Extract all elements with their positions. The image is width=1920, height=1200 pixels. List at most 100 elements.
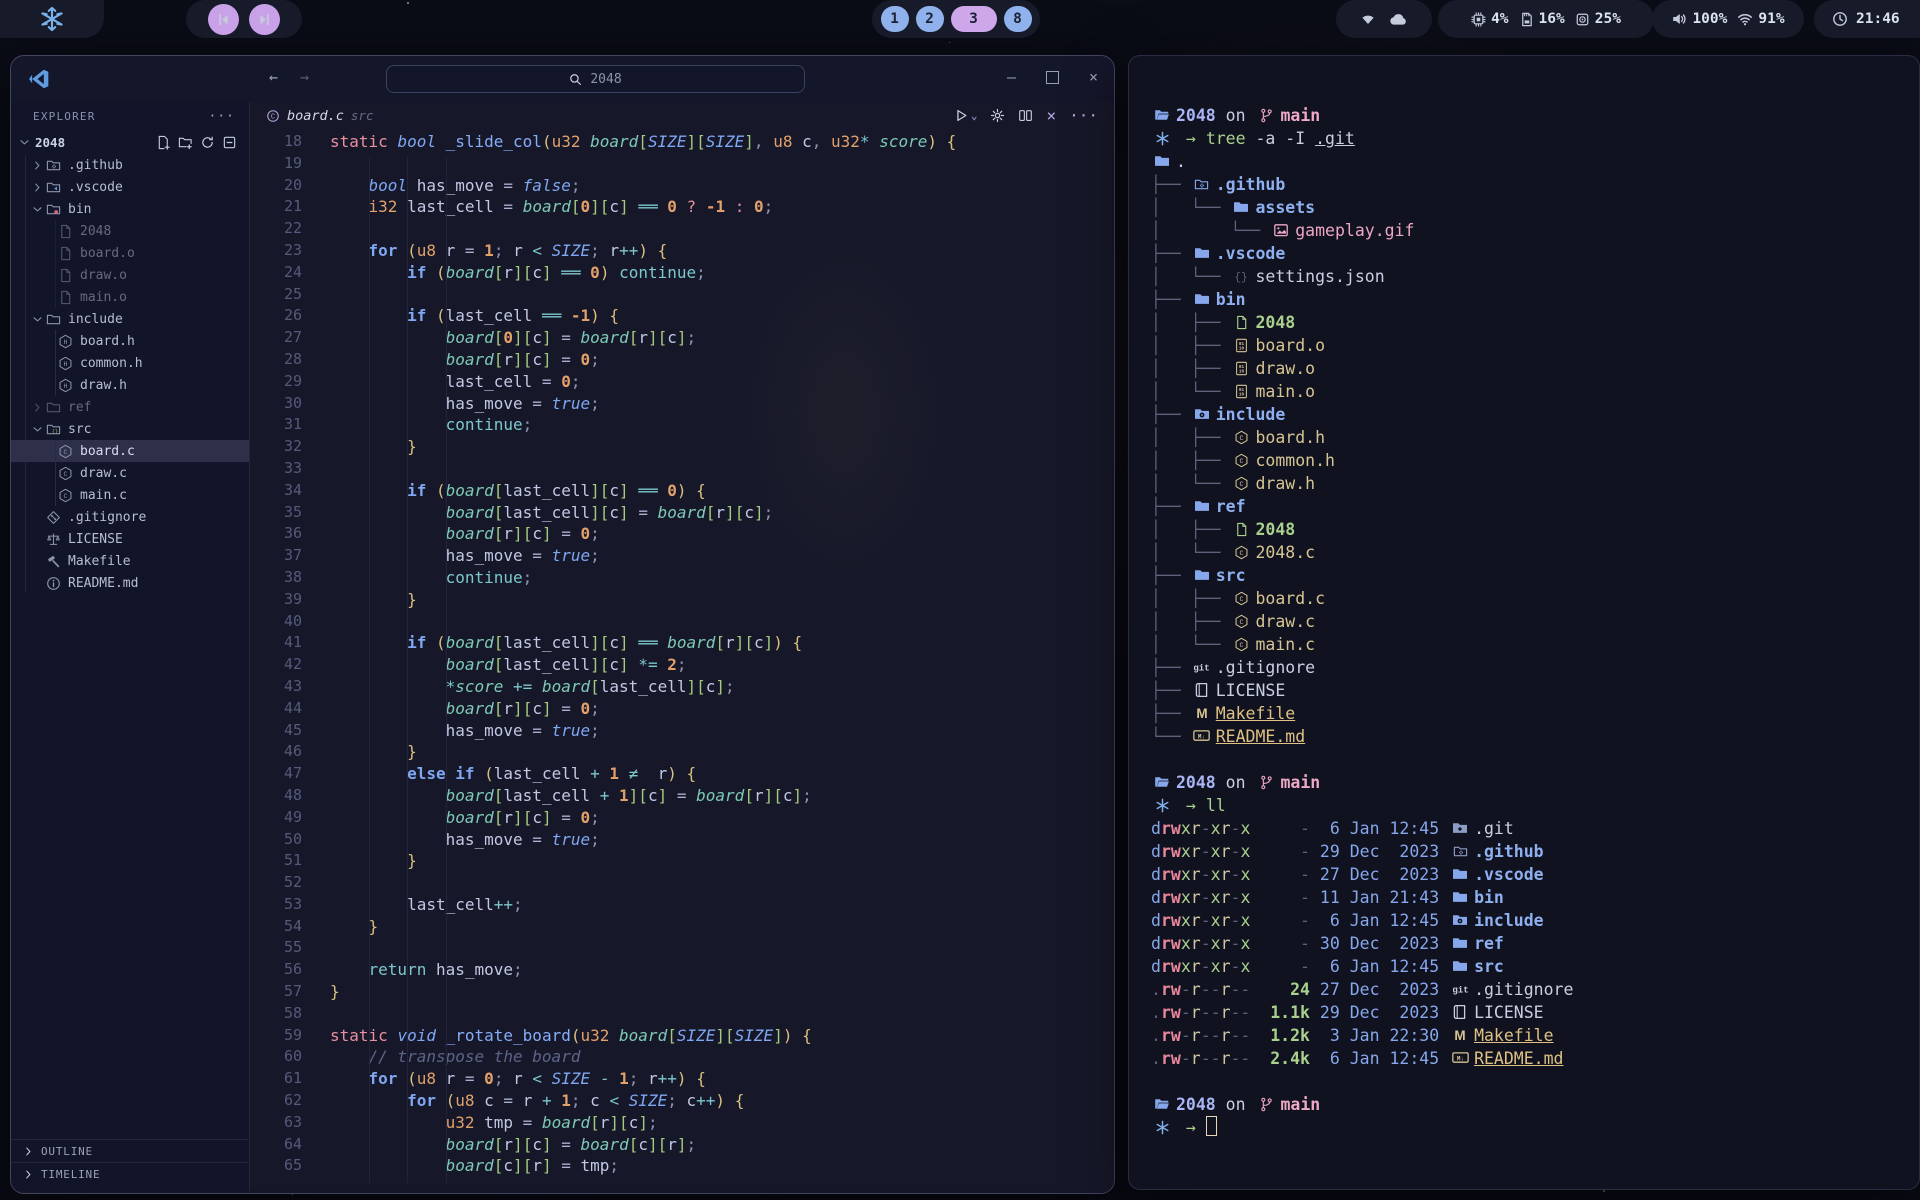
code-line-52[interactable]: 52 [250,872,1114,894]
code-line-53[interactable]: 53 last_cell++; [250,894,1114,916]
code-line-58[interactable]: 58 [250,1003,1114,1025]
tree-item-2048[interactable]: 2048 [11,220,249,242]
code-line-49[interactable]: 49 board[r][c] = 0; [250,807,1114,829]
editor-more-button[interactable]: ··· [1069,106,1098,125]
run-dropdown-chevron[interactable]: ⌄ [971,109,978,122]
workspace-chip-1[interactable]: 1 [881,6,909,32]
code-line-54[interactable]: 54 } [250,916,1114,938]
code-line-62[interactable]: 62 for (u8 c = r + 1; c < SIZE; c++) { [250,1090,1114,1112]
code-line-48[interactable]: 48 board[last_cell + 1][c] = board[r][c]… [250,785,1114,807]
code-line-26[interactable]: 26 if (last_cell ══ -1) { [250,305,1114,327]
code-line-42[interactable]: 42 board[last_cell][c] *= 2; [250,654,1114,676]
split-editor-button[interactable] [1018,108,1033,123]
code-line-56[interactable]: 56 return has_move; [250,959,1114,981]
code-line-27[interactable]: 27 board[0][c] = board[r][c]; [250,327,1114,349]
tree-item-include[interactable]: include [11,308,249,330]
tree-item-src[interactable]: {}src [11,418,249,440]
code-line-47[interactable]: 47 else if (last_cell + 1 ≠ r) { [250,763,1114,785]
workspace-chip-3[interactable]: 3 [951,6,997,32]
explorer-more-button[interactable]: ··· [209,109,235,124]
code-line-46[interactable]: 46 } [250,741,1114,763]
code-line-21[interactable]: 21 i32 last_cell = board[0][c] ══ 0 ? -1… [250,196,1114,218]
nav-forward-button[interactable]: → [300,68,309,86]
code-line-57[interactable]: 57} [250,981,1114,1003]
code-line-19[interactable]: 19 [250,153,1114,175]
code-line-31[interactable]: 31 continue; [250,414,1114,436]
code-line-44[interactable]: 44 board[r][c] = 0; [250,698,1114,720]
panel-outline[interactable]: OUTLINE [11,1139,249,1162]
tree-item-main.c[interactable]: Cmain.c [11,484,249,506]
editor-pane[interactable]: C board.c src ⌄ × ··· 18static bool _sli… [250,102,1114,1191]
tree-item-main.o[interactable]: main.o [11,286,249,308]
code-line-34[interactable]: 34 if (board[last_cell][c] ══ 0) { [250,480,1114,502]
explorer-root-folder[interactable]: 2048 [11,130,249,154]
tree-item-common.h[interactable]: Hcommon.h [11,352,249,374]
code-line-60[interactable]: 60 // transpose the board [250,1046,1114,1068]
code-line-36[interactable]: 36 board[r][c] = 0; [250,523,1114,545]
code-line-33[interactable]: 33 [250,458,1114,480]
nix-logo-button[interactable] [0,0,104,38]
tree-item-.gitignore[interactable]: .gitignore [11,506,249,528]
code-line-35[interactable]: 35 board[last_cell][c] = board[r][c]; [250,502,1114,524]
tree-item-README.md[interactable]: README.md [11,572,249,594]
new-folder-button[interactable] [178,135,193,150]
workspace-chip-2[interactable]: 2 [916,6,944,32]
tree-item-board.h[interactable]: Hboard.h [11,330,249,352]
clock-widget[interactable]: 21:46 [1814,0,1920,38]
code-area[interactable]: 18static bool _slide_col(u32 board[SIZE]… [250,129,1114,1191]
code-line-23[interactable]: 23 for (u8 r = 1; r < SIZE; r++) { [250,240,1114,262]
tree-item-Makefile[interactable]: Makefile [11,550,249,572]
weather-widget[interactable] [1336,0,1432,38]
tree-item-board.c[interactable]: Cboard.c [11,440,249,462]
code-line-59[interactable]: 59static void _rotate_board(u32 board[SI… [250,1025,1114,1047]
close-button[interactable]: × [1089,68,1098,86]
tree-item-draw.o[interactable]: draw.o [11,264,249,286]
settings-gear-icon[interactable] [990,108,1005,123]
code-line-65[interactable]: 65 board[c][r] = tmp; [250,1155,1114,1177]
code-line-50[interactable]: 50 has_move = true; [250,829,1114,851]
command-center-search[interactable]: 2048 [386,65,805,93]
tab-board-c[interactable]: C board.c src [250,102,385,129]
new-file-button[interactable] [156,135,171,150]
code-line-29[interactable]: 29 last_cell = 0; [250,371,1114,393]
code-line-24[interactable]: 24 if (board[r][c] ══ 0) continue; [250,262,1114,284]
code-line-18[interactable]: 18static bool _slide_col(u32 board[SIZE]… [250,131,1114,153]
panel-timeline[interactable]: TIMELINE [11,1162,249,1185]
editor-title-bar[interactable]: ← → 2048 – × [11,56,1114,102]
terminal-window[interactable]: 2048 on main → tree -a -I .git.├── .gith… [1128,55,1920,1190]
code-line-63[interactable]: 63 u32 tmp = board[r][c]; [250,1112,1114,1134]
code-line-55[interactable]: 55 [250,937,1114,959]
code-line-61[interactable]: 61 for (u8 r = 0; r < SIZE - 1; r++) { [250,1068,1114,1090]
code-line-30[interactable]: 30 has_move = true; [250,393,1114,415]
tree-item-.github[interactable]: .github [11,154,249,176]
code-line-20[interactable]: 20 bool has_move = false; [250,175,1114,197]
code-line-51[interactable]: 51 } [250,850,1114,872]
volume-stat[interactable]: 100% [1671,11,1727,27]
tree-item-.vscode[interactable]: .vscode [11,176,249,198]
code-line-39[interactable]: 39 } [250,589,1114,611]
workspace-chip-8[interactable]: 8 [1004,6,1032,32]
tree-item-bin[interactable]: bin [11,198,249,220]
code-line-32[interactable]: 32 } [250,436,1114,458]
wifi-stat[interactable]: 91% [1737,11,1784,27]
code-line-40[interactable]: 40 [250,611,1114,633]
code-line-38[interactable]: 38 continue; [250,567,1114,589]
code-line-64[interactable]: 64 board[r][c] = board[c][r]; [250,1134,1114,1156]
tree-item-ref[interactable]: ref [11,396,249,418]
maximize-button[interactable] [1046,71,1059,84]
code-line-45[interactable]: 45 has_move = true; [250,720,1114,742]
code-line-37[interactable]: 37 has_move = true; [250,545,1114,567]
tree-item-board.o[interactable]: board.o [11,242,249,264]
minimize-button[interactable]: – [1007,68,1016,86]
media-next-button[interactable] [249,4,280,35]
code-line-25[interactable]: 25 [250,284,1114,306]
code-line-43[interactable]: 43 *score += board[last_cell][c]; [250,676,1114,698]
tree-item-LICENSE[interactable]: LICENSE [11,528,249,550]
code-line-41[interactable]: 41 if (board[last_cell][c] ══ board[r][c… [250,632,1114,654]
run-debug-button[interactable]: ⌄ [954,108,978,123]
code-line-28[interactable]: 28 board[r][c] = 0; [250,349,1114,371]
collapse-folders-button[interactable] [222,135,237,150]
tree-item-draw.h[interactable]: Hdraw.h [11,374,249,396]
nav-back-button[interactable]: ← [269,68,278,86]
tree-item-draw.c[interactable]: Cdraw.c [11,462,249,484]
